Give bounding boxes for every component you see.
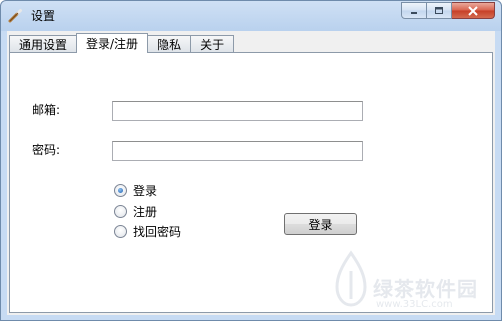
- radio-login-button[interactable]: [114, 184, 127, 197]
- tab-general[interactable]: 通用设置: [9, 35, 78, 53]
- maximize-button[interactable]: [427, 2, 452, 19]
- watermark-text: 绿茶软件园: [373, 277, 478, 301]
- password-field[interactable]: [112, 141, 363, 161]
- radio-recover-password-button[interactable]: [114, 225, 127, 238]
- maximize-icon: [435, 6, 443, 14]
- title-bar[interactable]: 设置: [1, 1, 501, 29]
- email-field[interactable]: [112, 101, 363, 121]
- minimize-icon: [411, 11, 417, 14]
- radio-register[interactable]: 注册: [114, 203, 157, 220]
- close-button[interactable]: [452, 2, 495, 19]
- tab-privacy[interactable]: 隐私: [147, 35, 192, 53]
- close-icon: [468, 5, 478, 16]
- tab-about[interactable]: 关于: [190, 35, 235, 53]
- tab-strip: 通用设置 登录/注册 隐私 关于: [9, 33, 235, 53]
- minimize-button[interactable]: [401, 2, 427, 19]
- radio-register-label: 注册: [133, 205, 158, 219]
- caption-buttons: [401, 2, 495, 20]
- app-icon: [7, 8, 23, 24]
- radio-register-button[interactable]: [114, 205, 127, 218]
- settings-window: 设置 通用设置 登录/注册 隐私 关于 邮箱: 密码: 登录 注册 找回密码 登…: [0, 0, 502, 321]
- radio-recover-password[interactable]: 找回密码: [114, 223, 181, 240]
- watermark-logo-icon: [335, 250, 367, 307]
- window-title: 设置: [31, 9, 56, 23]
- radio-login[interactable]: 登录: [114, 182, 157, 199]
- tab-login-register[interactable]: 登录/注册: [76, 33, 149, 53]
- radio-recover-password-label: 找回密码: [133, 225, 182, 239]
- password-label: 密码:: [32, 143, 61, 157]
- login-button[interactable]: 登录: [284, 213, 357, 235]
- watermark: 绿茶软件园 www.33LC.com: [331, 243, 501, 319]
- email-label: 邮箱:: [32, 103, 61, 117]
- radio-login-label: 登录: [133, 184, 158, 198]
- watermark-url: www.33LC.com: [376, 299, 453, 310]
